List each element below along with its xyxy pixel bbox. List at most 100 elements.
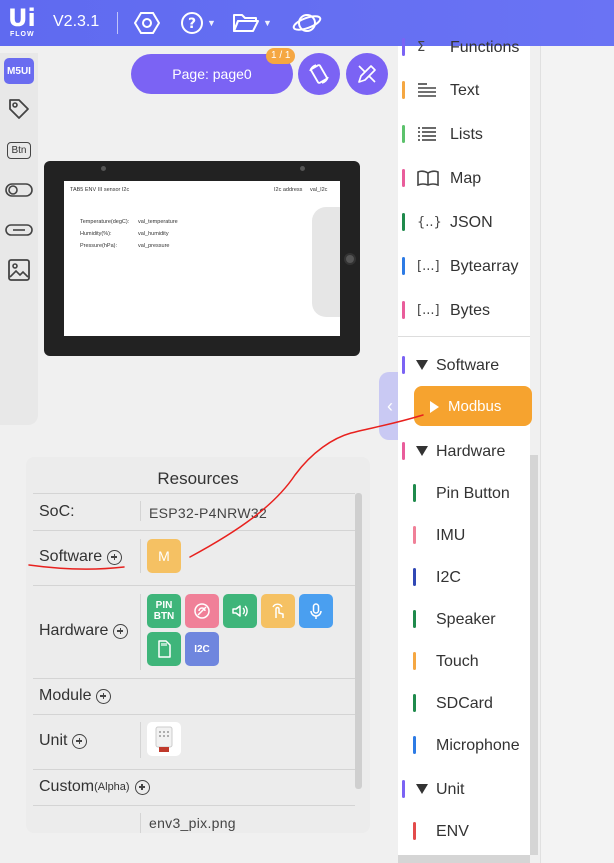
tag-icon[interactable] xyxy=(4,96,34,122)
resources-panel: Resources SoC: ESP32-P4NRW32 Software M … xyxy=(26,457,370,833)
category-i2c[interactable]: I2C xyxy=(398,562,530,592)
category-imu[interactable]: IMU xyxy=(398,520,530,550)
sigma-icon: Σ xyxy=(417,39,426,55)
category-color-bar xyxy=(402,213,405,231)
category-functions[interactable]: Σ Functions xyxy=(398,32,530,62)
design-tools-button[interactable] xyxy=(346,53,388,95)
touch-chip[interactable] xyxy=(261,594,295,628)
logo-text: Ui xyxy=(8,4,36,32)
category-label: Speaker xyxy=(436,611,496,628)
category-speaker[interactable]: Speaker xyxy=(398,604,530,634)
microphone-icon xyxy=(310,603,322,619)
toggle-icon[interactable] xyxy=(4,217,34,243)
category-microphone[interactable]: Microphone xyxy=(398,730,530,760)
screen-row-label: Humidity(%): xyxy=(80,231,112,237)
speaker-icon xyxy=(232,605,248,617)
help-icon[interactable]: ? ▼ xyxy=(180,10,216,36)
category-json[interactable]: {..} JSON xyxy=(398,207,530,237)
env-unit-chip[interactable] xyxy=(147,722,181,756)
category-unit[interactable]: Unit xyxy=(398,774,530,804)
category-lists[interactable]: Lists xyxy=(398,119,530,149)
add-icon[interactable] xyxy=(134,779,150,795)
screen-row-label: Temperature(degC): xyxy=(80,219,130,225)
add-icon[interactable] xyxy=(107,549,123,565)
category-label: Modbus xyxy=(448,398,502,415)
planet-icon[interactable] xyxy=(292,10,322,36)
workspace-area[interactable] xyxy=(540,46,614,863)
category-color-bar xyxy=(402,81,405,99)
category-hardware[interactable]: Hardware xyxy=(398,436,530,466)
module-resource-label[interactable]: Module xyxy=(39,687,112,705)
category-env[interactable]: ENV xyxy=(398,816,530,846)
divider xyxy=(33,493,355,494)
software-resource-label[interactable]: Software xyxy=(39,548,123,566)
category-map[interactable]: Map xyxy=(398,163,530,193)
custom-file-name: env3_pix.png xyxy=(149,815,236,831)
divider xyxy=(33,530,355,531)
rotate-screen-button[interactable] xyxy=(298,53,340,95)
block-panel-bottom-scrollbar[interactable] xyxy=(398,855,530,863)
category-label: Lists xyxy=(450,126,483,143)
text-icon xyxy=(417,80,441,100)
category-touch[interactable]: Touch xyxy=(398,646,530,676)
add-icon[interactable] xyxy=(113,623,129,639)
screen-i2c-label: I2c address xyxy=(274,187,303,193)
custom-resource-label[interactable]: Custom (Alpha) xyxy=(39,778,150,796)
divider xyxy=(140,539,141,573)
divider xyxy=(140,722,141,758)
book-icon xyxy=(417,168,441,188)
topbar-divider xyxy=(117,12,118,34)
pin-button-chip[interactable]: PIN BTN xyxy=(147,594,181,628)
settings-hex-icon[interactable] xyxy=(134,10,160,36)
category-color-bar xyxy=(413,736,416,754)
env-sensor-icon xyxy=(155,726,173,752)
category-label: SDCard xyxy=(436,695,493,712)
unit-resource-label[interactable]: Unit xyxy=(39,732,88,750)
m5ui-button[interactable]: M5UI xyxy=(4,58,34,84)
category-label: Hardware xyxy=(436,443,506,460)
i2c-chip[interactable]: I2C xyxy=(185,632,219,666)
modbus-resource-chip[interactable]: M xyxy=(147,539,181,573)
category-label: ENV xyxy=(436,823,469,840)
button-widget[interactable]: Btn xyxy=(4,137,34,163)
speaker-chip[interactable] xyxy=(223,594,257,628)
block-panel-scrollbar[interactable] xyxy=(530,455,538,855)
imu-chip[interactable] xyxy=(185,594,219,628)
image-icon[interactable] xyxy=(4,257,34,283)
resources-title: Resources xyxy=(157,469,239,488)
category-label: I2C xyxy=(436,569,461,586)
brackets-icon: [...] xyxy=(417,302,440,318)
hardware-resource-label[interactable]: Hardware xyxy=(39,622,129,640)
category-modbus[interactable]: Modbus xyxy=(414,386,532,426)
category-color-bar xyxy=(402,257,405,275)
touch-icon xyxy=(272,603,284,618)
switch-icon[interactable] xyxy=(4,177,34,203)
sdcard-chip[interactable] xyxy=(147,632,181,666)
category-label: Text xyxy=(450,82,480,99)
brackets-icon: [...] xyxy=(417,258,440,274)
divider xyxy=(33,805,355,806)
custom-label-text: Custom xyxy=(39,778,95,795)
category-divider xyxy=(398,336,530,337)
category-color-bar xyxy=(413,652,416,670)
resources-scrollbar[interactable] xyxy=(355,493,362,789)
category-label: Bytes xyxy=(450,302,491,319)
custom-alpha-label: (Alpha) xyxy=(94,781,130,793)
device-screen[interactable]: TAB5 ENV III sensor I2c I2c address val_… xyxy=(64,181,340,336)
category-pin-button[interactable]: Pin Button xyxy=(398,478,530,508)
category-software[interactable]: Software xyxy=(398,350,530,380)
category-bytearray[interactable]: [...] Bytearray xyxy=(398,251,530,281)
device-camera-dot xyxy=(101,166,106,171)
microphone-chip[interactable] xyxy=(299,594,333,628)
screen-row-value: val_humidity xyxy=(138,231,169,237)
category-label: IMU xyxy=(436,527,466,544)
add-icon[interactable] xyxy=(96,688,112,704)
category-bytes[interactable]: [...] Bytes xyxy=(398,295,530,325)
triangle-down-icon xyxy=(416,784,428,794)
folder-icon[interactable]: ▼ xyxy=(232,10,272,36)
category-sdcard[interactable]: SDCard xyxy=(398,688,530,718)
category-color-bar xyxy=(413,526,416,544)
add-icon[interactable] xyxy=(72,733,88,749)
category-color-bar xyxy=(402,442,405,460)
category-text[interactable]: Text xyxy=(398,75,530,105)
